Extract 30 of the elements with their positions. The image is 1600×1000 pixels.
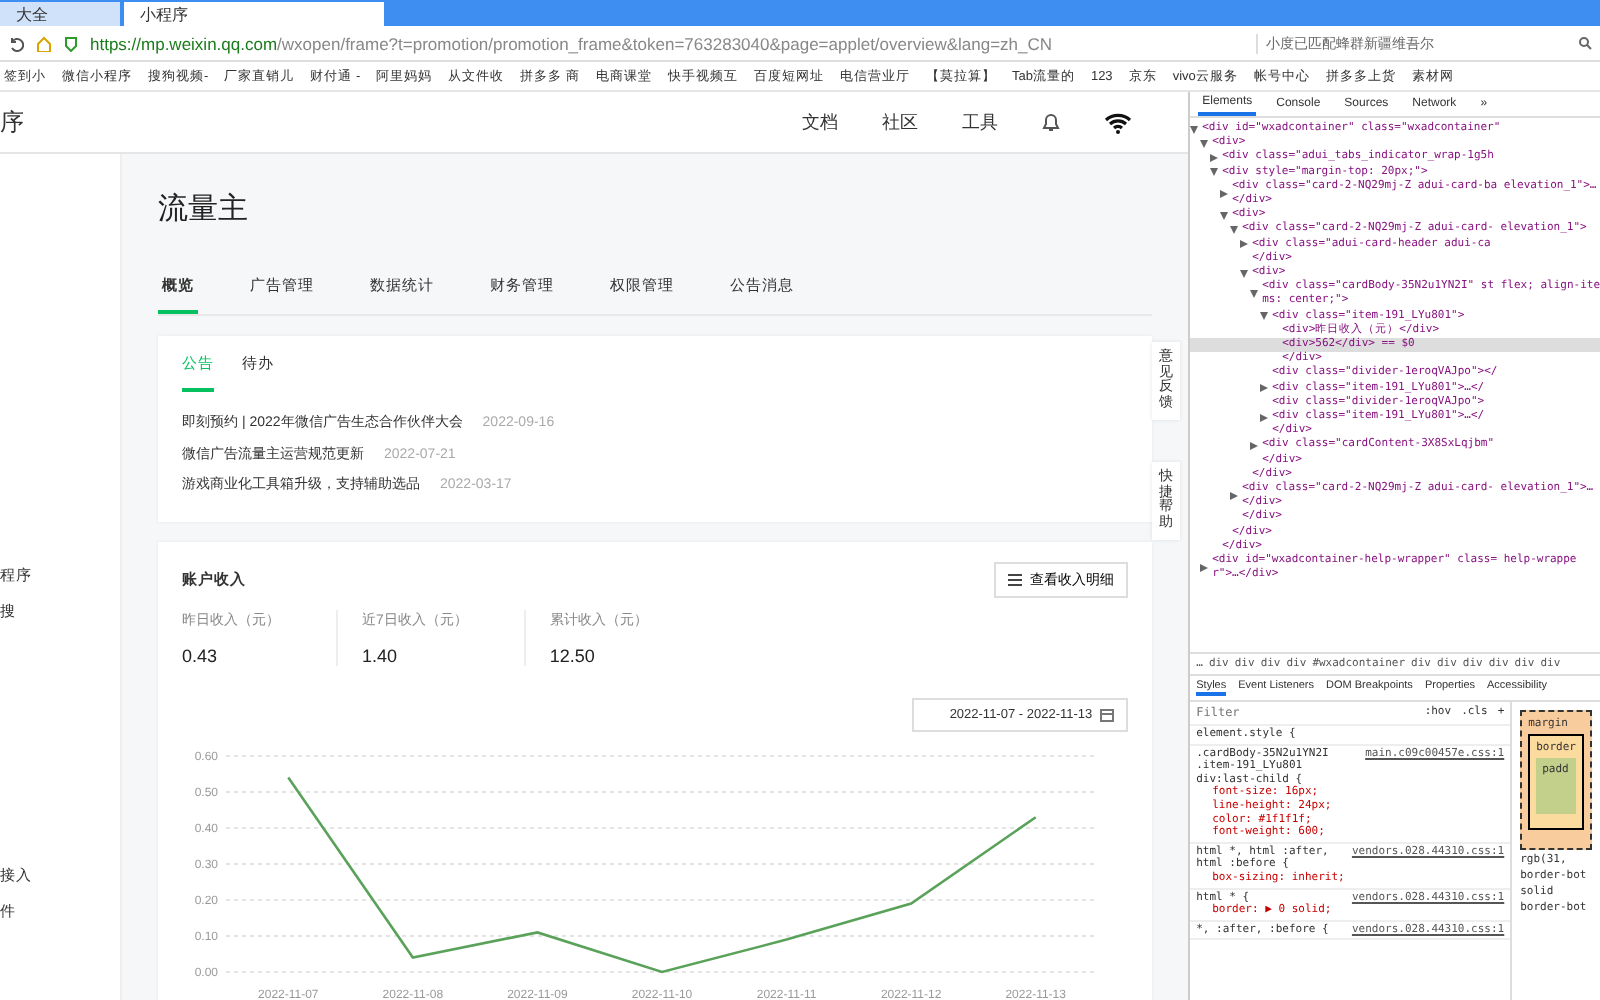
caret-down-icon[interactable] (1250, 290, 1259, 299)
page-title: 流量主 (158, 190, 250, 228)
caret-down-icon[interactable] (1260, 312, 1269, 321)
caret-down-icon[interactable] (1210, 168, 1219, 177)
caret-right-icon[interactable] (1200, 564, 1209, 573)
caret-right-icon[interactable] (1220, 190, 1229, 199)
stat-value: 0.43 (182, 645, 220, 665)
wifi-icon[interactable] (1104, 111, 1133, 133)
browser-tab[interactable]: 大全 (0, 2, 120, 26)
calendar-icon (1100, 707, 1115, 721)
caret-right-icon[interactable] (1210, 154, 1219, 162)
caret-down-icon[interactable] (1240, 269, 1249, 278)
caret-right-icon[interactable] (1240, 240, 1249, 249)
bell-icon[interactable] (1042, 112, 1061, 132)
header-link[interactable]: 文档 (802, 109, 839, 135)
caret-right-icon[interactable] (1230, 492, 1239, 501)
logo-text: 序 (0, 105, 24, 139)
stat-value: 1.40 (362, 645, 400, 665)
caret-right-icon[interactable] (1260, 413, 1269, 422)
caret-right-icon[interactable] (1260, 384, 1269, 393)
browser-tab[interactable]: 小程序 (124, 2, 384, 26)
shield-icon (64, 35, 78, 51)
header-link[interactable]: 社区 (882, 109, 919, 135)
url-field[interactable]: https://mp.weixin.qq.com/wxopen/frame?t=promotion/promotion_frame&token=763283040&page=applet/overview&lang=zh_CN (90, 33, 1244, 53)
stat-value: 12.50 (549, 645, 597, 665)
caret-right-icon[interactable] (1250, 442, 1259, 451)
list-icon (1008, 573, 1023, 585)
search-icon[interactable] (1578, 36, 1592, 50)
back-icon[interactable] (8, 35, 24, 51)
header-link[interactable]: 工具 (962, 109, 999, 135)
